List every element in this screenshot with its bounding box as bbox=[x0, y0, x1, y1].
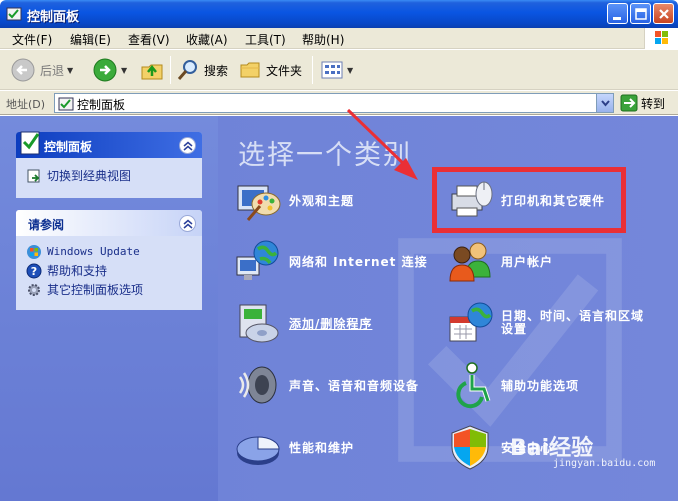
user-accounts-icon bbox=[449, 242, 491, 282]
chevron-up-icon bbox=[183, 219, 193, 229]
calendar-globe-icon bbox=[449, 302, 493, 342]
menu-tools[interactable]: 工具(T) bbox=[245, 31, 286, 48]
title-bar: 控制面板 bbox=[0, 0, 678, 28]
other-options-link[interactable]: 其它控制面板选项 bbox=[26, 280, 192, 299]
collapse-button[interactable] bbox=[179, 137, 196, 154]
svg-text:?: ? bbox=[31, 265, 37, 278]
go-arrow-icon bbox=[620, 94, 638, 112]
toolbar-separator bbox=[170, 56, 171, 84]
address-value: 控制面板 bbox=[77, 98, 126, 112]
toolbar-separator bbox=[312, 56, 313, 84]
gear-icon bbox=[28, 283, 40, 296]
category-label: 声音、语音和音频设备 bbox=[289, 378, 420, 393]
switch-classic-view-label: 切换到经典视图 bbox=[47, 169, 132, 183]
search-icon bbox=[177, 60, 197, 80]
category-sounds-audio[interactable]: 声音、语音和音频设备 bbox=[234, 361, 419, 409]
up-folder-button[interactable] bbox=[140, 55, 164, 85]
minimize-button[interactable] bbox=[607, 3, 628, 24]
chevron-down-icon bbox=[601, 100, 610, 107]
windows-logo bbox=[644, 28, 678, 49]
menu-favorites[interactable]: 收藏(A) bbox=[186, 31, 228, 48]
control-panel-icon bbox=[58, 97, 74, 111]
category-user-accounts[interactable]: 用户帐户 bbox=[446, 237, 553, 285]
control-panel-icon bbox=[6, 7, 22, 21]
category-label: 添加/删除程序 bbox=[289, 316, 373, 331]
accessibility-wheelchair-icon bbox=[456, 362, 491, 409]
checklist-icon bbox=[20, 131, 40, 155]
back-button[interactable]: 后退 ▼ bbox=[10, 55, 73, 85]
highlight-box bbox=[432, 167, 626, 233]
views-button[interactable]: ▼ bbox=[320, 55, 353, 85]
category-label: 性能和维护 bbox=[289, 440, 355, 455]
performance-pie-icon bbox=[236, 436, 280, 465]
address-label: 地址(D) bbox=[6, 98, 46, 111]
category-network-internet[interactable]: 网络和 Internet 连接 bbox=[234, 237, 428, 285]
windows-update-icon bbox=[27, 244, 41, 259]
menu-edit[interactable]: 编辑(E) bbox=[70, 31, 111, 48]
switch-view-icon bbox=[27, 169, 40, 182]
control-panel-header[interactable]: 控制面板 bbox=[16, 131, 202, 158]
views-dropdown-icon[interactable]: ▼ bbox=[347, 66, 353, 75]
windows-update-link[interactable]: Windows Update bbox=[26, 242, 192, 261]
category-label: 网络和 Internet 连接 bbox=[289, 254, 428, 269]
address-dropdown-button[interactable] bbox=[596, 94, 613, 112]
toolbar: 后退 ▼ ▼ 搜索 文件夹 ▼ bbox=[0, 50, 678, 90]
switch-classic-view-link[interactable]: 切换到经典视图 bbox=[26, 166, 192, 185]
collapse-button[interactable] bbox=[179, 215, 196, 232]
back-dropdown-icon[interactable]: ▼ bbox=[67, 66, 73, 75]
close-button[interactable] bbox=[653, 3, 674, 24]
control-panel-title: 控制面板 bbox=[44, 140, 93, 154]
see-also-title: 请参阅 bbox=[28, 218, 65, 232]
forward-arrow-icon bbox=[93, 58, 117, 82]
add-remove-programs-icon bbox=[239, 304, 279, 343]
help-support-label: 帮助和支持 bbox=[47, 264, 108, 278]
go-button[interactable]: 转到 bbox=[620, 94, 665, 112]
category-performance-maintenance[interactable]: 性能和维护 bbox=[234, 423, 354, 471]
other-options-label: 其它控制面板选项 bbox=[47, 283, 144, 297]
menu-file[interactable]: 文件(F) bbox=[12, 31, 52, 48]
category-label: 日期、时间、语言和区域设置 bbox=[501, 309, 645, 336]
menu-help[interactable]: 帮助(H) bbox=[302, 31, 344, 48]
category-add-remove-programs[interactable]: 添加/删除程序 bbox=[234, 299, 372, 347]
windows-flag-icon bbox=[655, 31, 668, 44]
baidu-watermark-url: jingyan.baidu.com bbox=[553, 458, 656, 469]
back-label: 后退 bbox=[40, 63, 65, 78]
window-title: 控制面板 bbox=[27, 10, 80, 25]
category-accessibility[interactable]: 辅助功能选项 bbox=[446, 361, 579, 409]
category-date-time-language[interactable]: 日期、时间、语言和区域设置 bbox=[446, 299, 651, 347]
help-support-link[interactable]: ? 帮助和支持 bbox=[26, 261, 192, 280]
menu-view[interactable]: 查看(V) bbox=[128, 31, 170, 48]
see-also-box: 请参阅 Windows Update ? 帮助和支持 其它控制面板选项 bbox=[16, 210, 202, 310]
up-folder-icon bbox=[141, 64, 163, 80]
forward-button[interactable]: ▼ bbox=[92, 55, 127, 85]
annotation-arrow-icon bbox=[346, 108, 418, 180]
category-label: 辅助功能选项 bbox=[501, 378, 580, 393]
category-label: 用户帐户 bbox=[501, 254, 554, 269]
minimize-icon bbox=[613, 17, 621, 20]
chevron-up-icon bbox=[183, 141, 193, 151]
search-button[interactable]: 搜索 bbox=[176, 55, 228, 85]
security-shield-icon bbox=[451, 425, 489, 470]
windows-update-label: Windows Update bbox=[47, 245, 140, 258]
appearance-palette-icon bbox=[237, 185, 281, 221]
close-icon bbox=[659, 9, 669, 19]
control-panel-box: 控制面板 切换到经典视图 bbox=[16, 131, 202, 198]
help-icon: ? bbox=[26, 263, 42, 278]
maximize-icon bbox=[635, 8, 647, 20]
maximize-button[interactable] bbox=[630, 3, 651, 24]
folders-label: 文件夹 bbox=[266, 63, 303, 78]
go-label: 转到 bbox=[641, 96, 666, 111]
see-also-header[interactable]: 请参阅 bbox=[16, 210, 202, 236]
forward-dropdown-icon[interactable]: ▼ bbox=[121, 66, 127, 75]
views-grid-icon bbox=[321, 61, 343, 79]
network-globe-icon bbox=[236, 240, 279, 280]
speaker-icon bbox=[238, 366, 277, 404]
back-arrow-icon bbox=[11, 58, 35, 82]
menu-bar: 文件(F) 编辑(E) 查看(V) 收藏(A) 工具(T) 帮助(H) bbox=[0, 28, 678, 49]
search-label: 搜索 bbox=[204, 63, 229, 78]
category-label: 外观和主题 bbox=[289, 193, 355, 208]
folders-button[interactable]: 文件夹 bbox=[238, 55, 302, 85]
folders-icon bbox=[240, 62, 260, 78]
